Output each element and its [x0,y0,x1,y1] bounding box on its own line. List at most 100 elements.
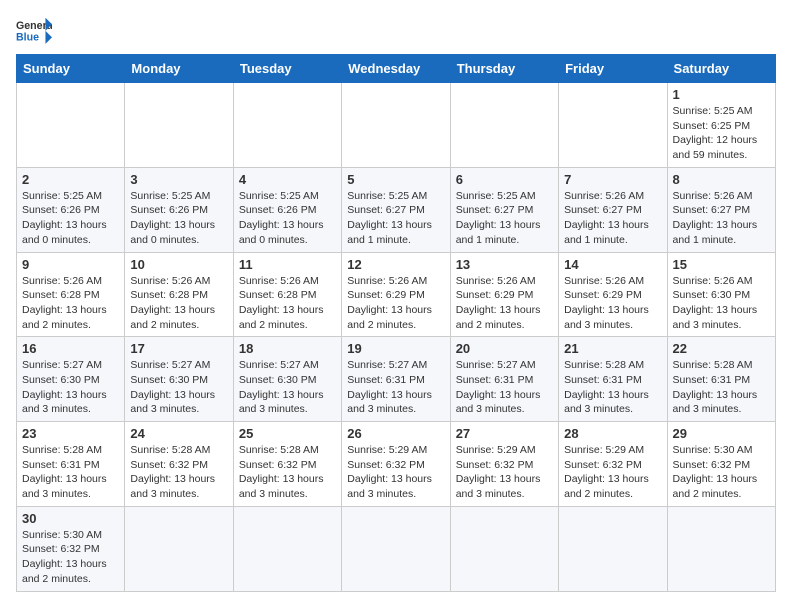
calendar-cell: 23 Sunrise: 5:28 AM Sunset: 6:31 PM Dayli… [17,422,125,507]
weekday-header-sunday: Sunday [17,55,125,83]
day-number: 18 [239,341,336,356]
day-sun-info: Sunrise: 5:29 AM Sunset: 6:32 PM Dayligh… [347,443,444,502]
day-number: 14 [564,257,661,272]
day-number: 30 [22,511,119,526]
calendar-week-row: 1 Sunrise: 5:25 AM Sunset: 6:25 PM Daylig… [17,83,776,168]
day-sun-info: Sunrise: 5:25 AM Sunset: 6:26 PM Dayligh… [22,189,119,248]
day-number: 21 [564,341,661,356]
calendar-cell: 22 Sunrise: 5:28 AM Sunset: 6:31 PM Dayli… [667,337,775,422]
calendar-cell: 13Sunrise: 5:26 AM Sunset: 6:29 PM Dayli… [450,252,558,337]
calendar-cell [233,506,341,591]
day-sun-info: Sunrise: 5:28 AM Sunset: 6:31 PM Dayligh… [22,443,119,502]
calendar-cell [667,506,775,591]
day-sun-info: Sunrise: 5:26 AM Sunset: 6:28 PM Dayligh… [22,274,119,333]
day-number: 7 [564,172,661,187]
calendar-cell [233,83,341,168]
day-number: 9 [22,257,119,272]
calendar-cell: 4Sunrise: 5:25 AM Sunset: 6:26 PM Daylig… [233,167,341,252]
calendar-week-row: 23 Sunrise: 5:28 AM Sunset: 6:31 PM Dayli… [17,422,776,507]
calendar-cell: 29Sunrise: 5:30 AM Sunset: 6:32 PM Dayli… [667,422,775,507]
calendar-cell: 28Sunrise: 5:29 AM Sunset: 6:32 PM Dayli… [559,422,667,507]
day-sun-info: Sunrise: 5:28 AM Sunset: 6:32 PM Dayligh… [130,443,227,502]
day-number: 20 [456,341,553,356]
calendar-cell: 19Sunrise: 5:27 AM Sunset: 6:31 PM Dayli… [342,337,450,422]
calendar-cell [17,83,125,168]
day-sun-info: Sunrise: 5:26 AM Sunset: 6:28 PM Dayligh… [130,274,227,333]
day-sun-info: Sunrise: 5:29 AM Sunset: 6:32 PM Dayligh… [564,443,661,502]
day-number: 23 [22,426,119,441]
day-number: 16 [22,341,119,356]
calendar-cell: 20Sunrise: 5:27 AM Sunset: 6:31 PM Dayli… [450,337,558,422]
day-number: 11 [239,257,336,272]
day-sun-info: Sunrise: 5:28 AM Sunset: 6:31 PM Dayligh… [673,358,770,417]
day-sun-info: Sunrise: 5:27 AM Sunset: 6:30 PM Dayligh… [239,358,336,417]
day-sun-info: Sunrise: 5:25 AM Sunset: 6:27 PM Dayligh… [347,189,444,248]
calendar-week-row: 16 Sunrise: 5:27 AM Sunset: 6:30 PM Dayli… [17,337,776,422]
weekday-header-monday: Monday [125,55,233,83]
calendar-cell: 14Sunrise: 5:26 AM Sunset: 6:29 PM Dayli… [559,252,667,337]
day-number: 3 [130,172,227,187]
weekday-header-thursday: Thursday [450,55,558,83]
calendar-cell [450,506,558,591]
calendar-week-row: 9 Sunrise: 5:26 AM Sunset: 6:28 PM Daylig… [17,252,776,337]
day-sun-info: Sunrise: 5:28 AM Sunset: 6:32 PM Dayligh… [239,443,336,502]
day-number: 15 [673,257,770,272]
day-sun-info: Sunrise: 5:30 AM Sunset: 6:32 PM Dayligh… [673,443,770,502]
day-sun-info: Sunrise: 5:26 AM Sunset: 6:27 PM Dayligh… [673,189,770,248]
weekday-header-row: SundayMondayTuesdayWednesdayThursdayFrid… [17,55,776,83]
weekday-header-friday: Friday [559,55,667,83]
page-header: General Blue [16,16,776,44]
svg-text:Blue: Blue [16,32,39,44]
calendar-week-row: 2 Sunrise: 5:25 AM Sunset: 6:26 PM Daylig… [17,167,776,252]
day-number: 22 [673,341,770,356]
weekday-header-wednesday: Wednesday [342,55,450,83]
day-number: 1 [673,87,770,102]
day-sun-info: Sunrise: 5:25 AM Sunset: 6:25 PM Dayligh… [673,104,770,163]
calendar-cell: 3Sunrise: 5:25 AM Sunset: 6:26 PM Daylig… [125,167,233,252]
day-number: 27 [456,426,553,441]
day-number: 25 [239,426,336,441]
day-number: 10 [130,257,227,272]
calendar-cell: 1 Sunrise: 5:25 AM Sunset: 6:25 PM Daylig… [667,83,775,168]
day-sun-info: Sunrise: 5:26 AM Sunset: 6:27 PM Dayligh… [564,189,661,248]
day-sun-info: Sunrise: 5:29 AM Sunset: 6:32 PM Dayligh… [456,443,553,502]
day-sun-info: Sunrise: 5:25 AM Sunset: 6:27 PM Dayligh… [456,189,553,248]
day-number: 2 [22,172,119,187]
day-sun-info: Sunrise: 5:27 AM Sunset: 6:30 PM Dayligh… [130,358,227,417]
calendar-cell [559,506,667,591]
weekday-header-saturday: Saturday [667,55,775,83]
calendar-cell: 16 Sunrise: 5:27 AM Sunset: 6:30 PM Dayli… [17,337,125,422]
logo: General Blue [16,16,52,44]
day-sun-info: Sunrise: 5:26 AM Sunset: 6:29 PM Dayligh… [456,274,553,333]
calendar-cell: 7 Sunrise: 5:26 AM Sunset: 6:27 PM Daylig… [559,167,667,252]
calendar-cell: 12Sunrise: 5:26 AM Sunset: 6:29 PM Dayli… [342,252,450,337]
day-sun-info: Sunrise: 5:27 AM Sunset: 6:31 PM Dayligh… [347,358,444,417]
calendar-cell: 17 Sunrise: 5:27 AM Sunset: 6:30 PM Dayli… [125,337,233,422]
day-number: 12 [347,257,444,272]
day-sun-info: Sunrise: 5:27 AM Sunset: 6:30 PM Dayligh… [22,358,119,417]
calendar-cell: 10 Sunrise: 5:26 AM Sunset: 6:28 PM Dayli… [125,252,233,337]
calendar-cell: 24 Sunrise: 5:28 AM Sunset: 6:32 PM Dayli… [125,422,233,507]
calendar-cell [342,506,450,591]
calendar-cell [125,506,233,591]
day-number: 26 [347,426,444,441]
calendar-cell [125,83,233,168]
day-number: 17 [130,341,227,356]
calendar-cell: 8Sunrise: 5:26 AM Sunset: 6:27 PM Daylig… [667,167,775,252]
calendar-table: SundayMondayTuesdayWednesdayThursdayFrid… [16,54,776,592]
calendar-cell: 6Sunrise: 5:25 AM Sunset: 6:27 PM Daylig… [450,167,558,252]
calendar-week-row: 30 Sunrise: 5:30 AM Sunset: 6:32 PM Dayli… [17,506,776,591]
calendar-cell: 15 Sunrise: 5:26 AM Sunset: 6:30 PM Dayli… [667,252,775,337]
weekday-header-tuesday: Tuesday [233,55,341,83]
generalblue-logo-icon: General Blue [16,16,52,44]
day-sun-info: Sunrise: 5:26 AM Sunset: 6:30 PM Dayligh… [673,274,770,333]
calendar-cell: 21Sunrise: 5:28 AM Sunset: 6:31 PM Dayli… [559,337,667,422]
calendar-cell: 9 Sunrise: 5:26 AM Sunset: 6:28 PM Daylig… [17,252,125,337]
calendar-cell: 5Sunrise: 5:25 AM Sunset: 6:27 PM Daylig… [342,167,450,252]
calendar-cell: 11Sunrise: 5:26 AM Sunset: 6:28 PM Dayli… [233,252,341,337]
day-sun-info: Sunrise: 5:30 AM Sunset: 6:32 PM Dayligh… [22,528,119,587]
day-number: 24 [130,426,227,441]
calendar-cell: 30 Sunrise: 5:30 AM Sunset: 6:32 PM Dayli… [17,506,125,591]
calendar-cell [342,83,450,168]
calendar-cell [450,83,558,168]
